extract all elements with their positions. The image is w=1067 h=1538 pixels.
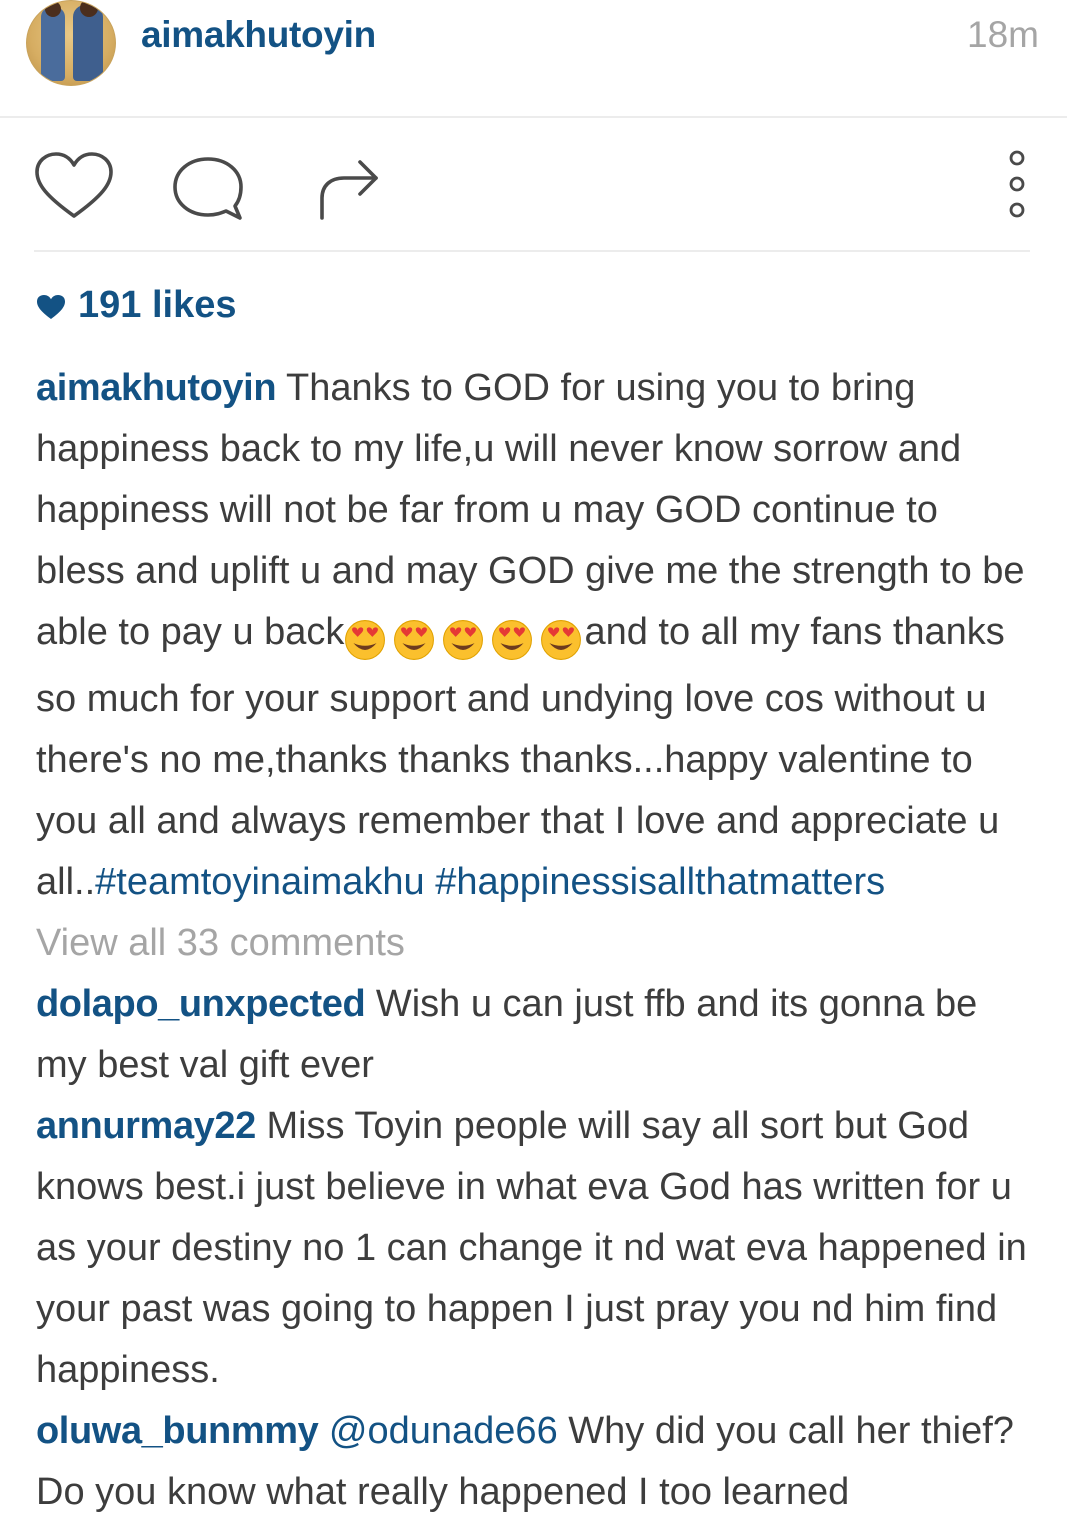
share-arrow-icon[interactable] (316, 154, 382, 220)
emoji-group (344, 608, 584, 669)
small-heart-icon (37, 294, 65, 319)
view-all-comments-link[interactable]: View all 33 comments (36, 913, 1036, 974)
caption-username[interactable]: aimakhutoyin (36, 367, 277, 409)
comment-username[interactable]: dolapo_unxpected (36, 983, 366, 1025)
avatar-head-left (45, 1, 61, 17)
hashtag-link[interactable]: #happinessisallthatmatters (435, 861, 885, 903)
heart-eyes-emoji-icon (541, 620, 582, 660)
likes-count[interactable]: 191 likes (36, 284, 236, 327)
heart-eyes-emoji-icon (492, 620, 533, 660)
avatar[interactable] (26, 0, 116, 86)
likes-text: 191 likes (78, 284, 237, 326)
heart-icon[interactable] (34, 150, 114, 222)
comment-item: oluwa_bunmmy @odunade66 Why did you call… (36, 1401, 1036, 1523)
comment-mention-link[interactable]: @odunade66 (329, 1410, 558, 1452)
heart-eyes-emoji-icon (443, 620, 484, 660)
avatar-figure-left (41, 7, 65, 81)
heart-eyes-emoji-icon (345, 620, 386, 660)
comment-icon[interactable] (170, 154, 246, 224)
action-bar (34, 140, 1030, 252)
comment-item: dolapo_unxpected Wish u can just ffb and… (36, 974, 1036, 1096)
comment-username[interactable]: oluwa_bunmmy (36, 1410, 319, 1452)
comment-username[interactable]: annurmay22 (36, 1105, 256, 1147)
comments-section: aimakhutoyin Thanks to GOD for using you… (36, 358, 1036, 1523)
comment-item: annurmay22 Miss Toyin people will say al… (36, 1096, 1036, 1401)
post-author-username[interactable]: aimakhutoyin (141, 14, 376, 56)
caption: aimakhutoyin Thanks to GOD for using you… (36, 358, 1036, 913)
heart-eyes-emoji-icon (394, 620, 435, 660)
post-timestamp: 18m (967, 14, 1039, 55)
post-header: aimakhutoyin 18m (0, 0, 1067, 118)
more-options-icon[interactable] (1000, 148, 1034, 224)
hashtag-link[interactable]: #teamtoyinaimakhu (95, 861, 425, 903)
comment-text: Miss Toyin people will say all sort but … (36, 1105, 1027, 1391)
